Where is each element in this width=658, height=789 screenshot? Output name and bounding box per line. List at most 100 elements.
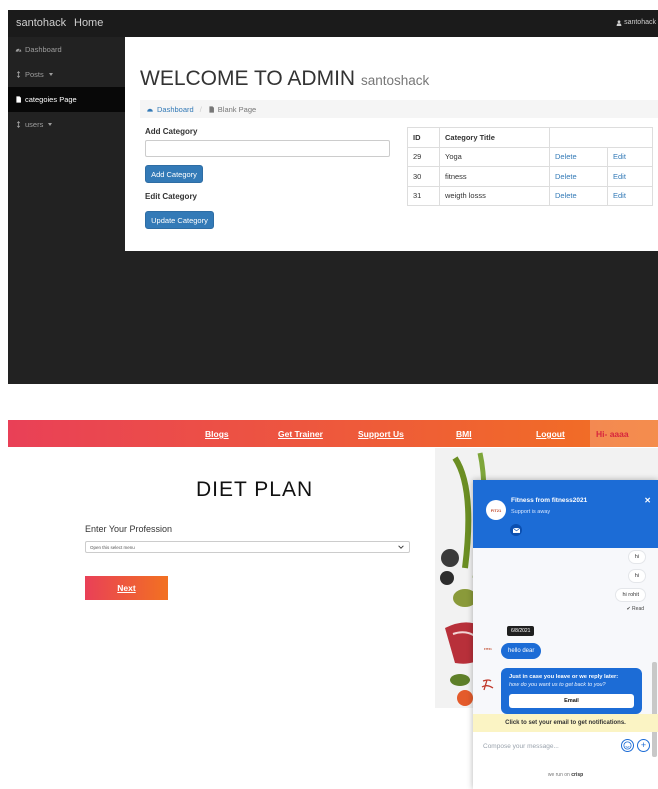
nav-blogs-link[interactable]: Blogs [205, 429, 229, 439]
email-channel-button[interactable] [510, 524, 522, 536]
file-icon [209, 105, 214, 113]
crisp-logo: crisp [571, 772, 584, 778]
chevron-down-icon [398, 545, 404, 549]
cell-title: Yoga [439, 146, 550, 167]
message-bubble-user: hi [627, 550, 646, 564]
scrollbar-thumb[interactable] [652, 662, 657, 757]
admin-content: WELCOME TO ADMIN santoshack Dashboard / … [125, 37, 658, 251]
admin-window: santohack Home santohack Dashboard Posts… [8, 10, 658, 384]
admin-navbar: santohack Home santohack [8, 10, 658, 37]
cell-id: 31 [407, 185, 440, 206]
nav-get-trainer-link[interactable]: Get Trainer [278, 429, 323, 439]
user-menu[interactable]: santohack [616, 19, 656, 26]
nav-bmi-link[interactable]: BMI [456, 429, 472, 439]
cell-id: 30 [407, 166, 440, 187]
cell-title: weigth losss [439, 185, 550, 206]
delete-link[interactable]: Delete [549, 166, 608, 187]
sidebar-item-users[interactable]: users [8, 112, 125, 137]
chat-avatar: FIT21 [486, 500, 506, 520]
breadcrumb-separator: / [199, 104, 202, 114]
arrows-icon [16, 71, 21, 78]
arrows-icon [16, 121, 21, 128]
add-category-label: Add Category [145, 127, 198, 136]
email-button[interactable]: Email [509, 694, 634, 708]
mail-icon [512, 527, 520, 533]
delete-link[interactable]: Delete [549, 146, 608, 167]
category-title-input[interactable] [145, 140, 390, 157]
caret-down-icon [48, 73, 53, 76]
edit-category-label: Edit Category [145, 192, 198, 201]
category-table: ID Category Title 29 Yoga Delete Edit 30… [407, 127, 653, 206]
sidebar: Dashboard Posts categoies Page users [8, 37, 125, 137]
chat-header: FIT21 Fitness from fitness2021 Support i… [473, 480, 658, 548]
sidebar-item-categories[interactable]: categoies Page [8, 87, 125, 112]
file-icon [16, 96, 21, 103]
email-card-title: Just in case you leave or we reply later… [509, 674, 619, 680]
home-link[interactable]: Home [74, 17, 103, 29]
dashboard-icon [15, 48, 22, 52]
sidebar-item-dashboard[interactable]: Dashboard [8, 37, 125, 62]
powered-prefix: we run on [547, 772, 570, 778]
sidebar-item-label: categoies Page [25, 95, 77, 104]
read-receipt: ✔ Read [626, 606, 644, 612]
chat-widget: FIT21 Fitness from fitness2021 Support i… [473, 480, 658, 789]
next-button[interactable]: Next [85, 576, 168, 600]
edit-link[interactable]: Edit [607, 146, 653, 167]
read-label: Read [632, 606, 644, 612]
profession-select[interactable]: Open this select menu [85, 541, 410, 553]
attach-plus-icon[interactable]: + [637, 739, 650, 752]
breadcrumb-current: Blank Page [208, 105, 256, 114]
email-request-card: Just in case you leave or we reply later… [501, 668, 642, 714]
sidebar-item-label: Dashboard [25, 45, 62, 54]
breadcrumb-dashboard-link[interactable]: Dashboard [146, 105, 194, 114]
profession-label: Enter Your Profession [85, 524, 173, 534]
compose-input[interactable]: Compose your message... [483, 743, 559, 750]
chat-scrollbar[interactable] [652, 622, 657, 772]
dashboard-icon [147, 108, 153, 112]
email-card-subtitle: how do you want us to get back to you? [509, 682, 606, 688]
edit-link[interactable]: Edit [607, 185, 653, 206]
sidebar-item-label: Posts [25, 70, 44, 79]
table-row: 29 Yoga Delete Edit [407, 146, 653, 167]
brand-link[interactable]: santohack [16, 17, 66, 29]
caret-down-icon [48, 123, 53, 126]
user-greeting: Hi- aaaa [590, 420, 658, 447]
close-icon[interactable]: ✕ [644, 496, 651, 505]
operator-mini-avatar: FIT21 [484, 647, 492, 651]
breadcrumb-current-label: Blank Page [217, 104, 257, 114]
breadcrumb-link-label: Dashboard [157, 104, 194, 114]
sidebar-item-label: users [25, 120, 44, 129]
page-title: WELCOME TO ADMIN santoshack [140, 67, 429, 91]
user-icon [616, 19, 622, 26]
chat-status: Support is away [511, 509, 551, 515]
table-row: 30 fitness Delete Edit [407, 166, 653, 187]
page-title-user: santoshack [360, 73, 430, 88]
email-notification-bar[interactable]: Click to set your email to get notificat… [473, 714, 658, 732]
breadcrumb: Dashboard / Blank Page [140, 100, 658, 118]
diet-plan-title: DIET PLAN [196, 478, 314, 501]
column-header-actions [549, 127, 653, 148]
column-header-id: ID [407, 127, 440, 148]
date-tooltip: 6/8/2021 [507, 626, 535, 636]
edit-link[interactable]: Edit [607, 166, 653, 187]
nav-logout-link[interactable]: Logout [536, 429, 565, 439]
table-header-row: ID Category Title [407, 127, 653, 148]
user-name: santohack [624, 19, 656, 26]
message-bubble-user: hi [627, 569, 646, 583]
select-placeholder: Open this select menu [90, 544, 135, 550]
add-category-button[interactable]: Add Category [145, 165, 203, 183]
update-category-button[interactable]: Update Category [145, 211, 214, 229]
message-bubble-user: hi rohit [615, 588, 646, 602]
sidebar-item-posts[interactable]: Posts [8, 62, 125, 87]
signature-mark-icon [481, 679, 494, 691]
chat-messages: hi hi hi rohit ✔ Read 6/8/2021 FIT21 hel… [473, 548, 658, 757]
emoji-button[interactable] [621, 739, 634, 752]
greeting-text: Hi- aaaa [596, 429, 629, 439]
diet-plan-window: Blogs Get Trainer Support Us BMI Logout … [8, 420, 658, 789]
delete-link[interactable]: Delete [549, 185, 608, 206]
table-row: 31 weigth losss Delete Edit [407, 185, 653, 206]
cell-id: 29 [407, 146, 440, 167]
nav-support-us-link[interactable]: Support Us [358, 429, 404, 439]
smiley-icon [623, 741, 632, 750]
column-header-title: Category Title [439, 127, 550, 148]
